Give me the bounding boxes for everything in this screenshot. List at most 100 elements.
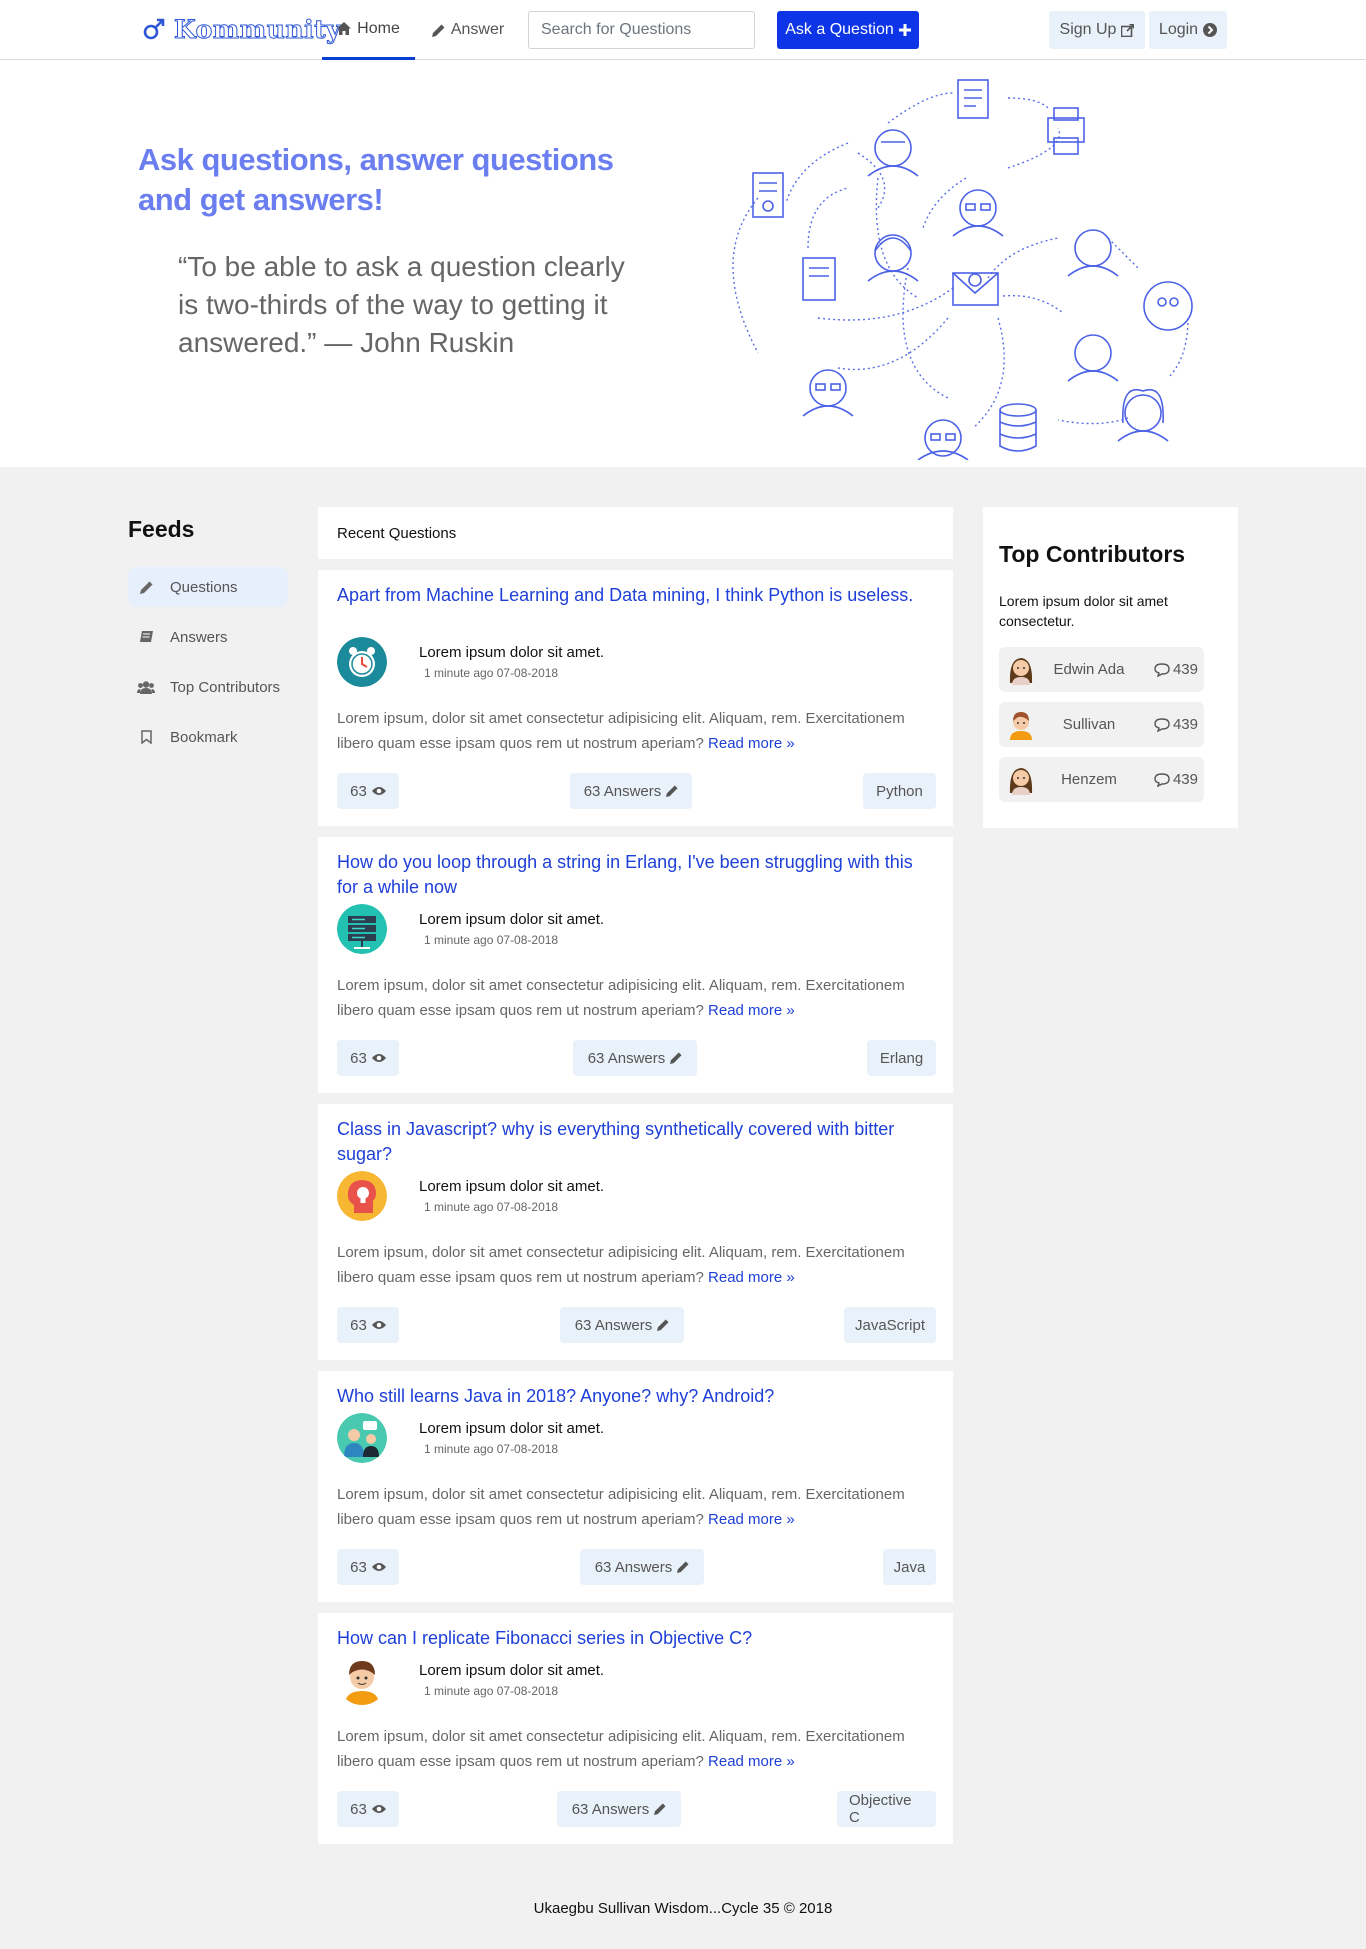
- read-more-label: Read more: [708, 1511, 783, 1528]
- answers-count: 63 Answers: [574, 1316, 653, 1334]
- question-excerpt-text: Lorem ipsum, dolor sit amet consectetur …: [337, 1244, 905, 1286]
- contributor-count: 439: [1154, 757, 1198, 802]
- question-time: 1 minute ago 07-08-2018: [424, 666, 559, 680]
- views-badge[interactable]: 63: [337, 1791, 399, 1827]
- tag-label: Objective C: [849, 1792, 912, 1826]
- tag-badge[interactable]: Objective C: [837, 1791, 936, 1827]
- answers-button[interactable]: 63 Answers: [573, 1040, 697, 1076]
- views-count: 63: [350, 1049, 367, 1067]
- bookmark-icon: [134, 730, 158, 744]
- tag-badge[interactable]: JavaScript: [844, 1307, 936, 1343]
- plus-icon: [898, 24, 911, 36]
- question-excerpt-text: Lorem ipsum, dolor sit amet consectetur …: [337, 1486, 905, 1528]
- question-excerpt-text: Lorem ipsum, dolor sit amet consectetur …: [337, 977, 905, 1019]
- eye-icon: [371, 787, 386, 795]
- signup-label: Sign Up: [1059, 21, 1117, 38]
- login-button[interactable]: Login: [1149, 11, 1227, 49]
- nav-home-link[interactable]: Home: [322, 0, 415, 60]
- views-badge[interactable]: 63: [337, 1307, 399, 1343]
- answers-count: 63 Answers: [587, 1049, 666, 1067]
- feed-item-top-contributors[interactable]: Top Contributors: [128, 667, 288, 707]
- question-title-link[interactable]: How do you loop through a string in Erla…: [337, 850, 937, 900]
- woman-avatar-icon: [1009, 768, 1033, 795]
- tag-label: Java: [893, 1558, 926, 1576]
- server-icon: [337, 904, 387, 954]
- comment-icon: [1154, 772, 1170, 787]
- search-input[interactable]: [528, 11, 755, 49]
- views-badge[interactable]: 63: [337, 773, 399, 809]
- ask-question-button[interactable]: Ask a Question: [777, 11, 919, 49]
- question-title-link[interactable]: How can I replicate Fibonacci series in …: [337, 1626, 937, 1651]
- read-more-link[interactable]: Read more »: [708, 1269, 795, 1286]
- comment-icon: [1154, 717, 1170, 732]
- question-time: 1 minute ago 07-08-2018: [424, 1442, 559, 1456]
- question-excerpt-text: Lorem ipsum, dolor sit amet consectetur …: [337, 710, 905, 752]
- read-more-link[interactable]: Read more »: [708, 1002, 795, 1019]
- pencil-icon: [666, 785, 678, 797]
- feed-item-questions[interactable]: Questions: [128, 567, 288, 607]
- question-card: How can I replicate Fibonacci series in …: [318, 1613, 953, 1844]
- tag-label: Erlang: [879, 1049, 924, 1067]
- pencil-icon: [677, 1561, 689, 1573]
- contributor-row[interactable]: Edwin Ada 439: [999, 647, 1204, 692]
- views-badge[interactable]: 63: [337, 1040, 399, 1076]
- eye-icon: [371, 1805, 386, 1813]
- eye-icon: [371, 1054, 386, 1062]
- tag-label: JavaScript: [854, 1316, 926, 1334]
- contributor-name: Edwin Ada: [1053, 661, 1125, 678]
- contributor-count-value: 439: [1172, 661, 1198, 678]
- eye-icon: [371, 1321, 386, 1329]
- woman-avatar-icon: [1009, 658, 1033, 685]
- signup-button[interactable]: Sign Up: [1049, 11, 1145, 49]
- male-symbol-icon: [143, 18, 165, 40]
- contributor-row[interactable]: Henzem 439: [999, 757, 1204, 802]
- question-time: 1 minute ago 07-08-2018: [424, 1684, 559, 1698]
- home-icon: [337, 22, 352, 35]
- views-badge[interactable]: 63: [337, 1549, 399, 1585]
- tag-badge[interactable]: Erlang: [867, 1040, 936, 1076]
- people-chat-icon: [337, 1413, 387, 1463]
- recent-questions-header: Recent Questions: [318, 507, 953, 559]
- question-time: 1 minute ago 07-08-2018: [424, 933, 559, 947]
- hero-quote: “To be able to ask a question clearly is…: [178, 251, 625, 358]
- answers-button[interactable]: 63 Answers: [570, 773, 692, 809]
- nav-answer-link[interactable]: Answer: [430, 0, 506, 60]
- question-time: 1 minute ago 07-08-2018: [424, 1200, 559, 1214]
- contributor-count-value: 439: [1172, 771, 1198, 788]
- brand-logo[interactable]: Kommunity: [142, 10, 341, 48]
- feed-item-answers[interactable]: Answers: [128, 617, 288, 657]
- recent-questions-title: Recent Questions: [337, 524, 457, 542]
- question-author: Lorem ipsum dolor sit amet.: [419, 1420, 605, 1437]
- boy-avatar-icon: [337, 1655, 387, 1705]
- question-title-link[interactable]: Apart from Machine Learning and Data min…: [337, 583, 937, 608]
- ask-question-label: Ask a Question: [785, 21, 894, 38]
- tag-label: Python: [876, 782, 923, 800]
- answers-count: 63 Answers: [571, 1800, 650, 1818]
- feed-item-bookmark[interactable]: Bookmark: [128, 717, 288, 757]
- answers-count: 63 Answers: [594, 1558, 673, 1576]
- top-contributors-title: Top Contributors: [999, 541, 1186, 567]
- read-more-link[interactable]: Read more »: [708, 735, 795, 752]
- question-card: Class in Javascript? why is everything s…: [318, 1104, 953, 1360]
- top-contributors-description: Lorem ipsum dolor sit amet consectetur.: [999, 593, 1168, 629]
- hero-section: Ask questions, answer questions and get …: [0, 60, 1366, 467]
- login-label: Login: [1158, 21, 1199, 38]
- contributor-row[interactable]: Sullivan 439: [999, 702, 1204, 747]
- tag-badge[interactable]: Python: [863, 773, 936, 809]
- answers-button[interactable]: 63 Answers: [560, 1307, 684, 1343]
- question-title-link[interactable]: Class in Javascript? why is everything s…: [337, 1117, 937, 1167]
- answers-button[interactable]: 63 Answers: [557, 1791, 681, 1827]
- read-more-link[interactable]: Read more »: [708, 1753, 795, 1770]
- answers-button[interactable]: 63 Answers: [580, 1549, 704, 1585]
- read-more-link[interactable]: Read more »: [708, 1511, 795, 1528]
- pencil-icon: [654, 1803, 666, 1815]
- clock-icon: [337, 637, 387, 687]
- pencil-icon: [670, 1052, 682, 1064]
- question-author: Lorem ipsum dolor sit amet.: [419, 911, 605, 928]
- question-title-link[interactable]: Who still learns Java in 2018? Anyone? w…: [337, 1384, 937, 1409]
- views-count: 63: [350, 1800, 367, 1818]
- read-more-label: Read more: [708, 1002, 783, 1019]
- tag-badge[interactable]: Java: [883, 1549, 936, 1585]
- feed-item-label: Answers: [170, 628, 228, 646]
- community-network-illustration: [732, 79, 1193, 460]
